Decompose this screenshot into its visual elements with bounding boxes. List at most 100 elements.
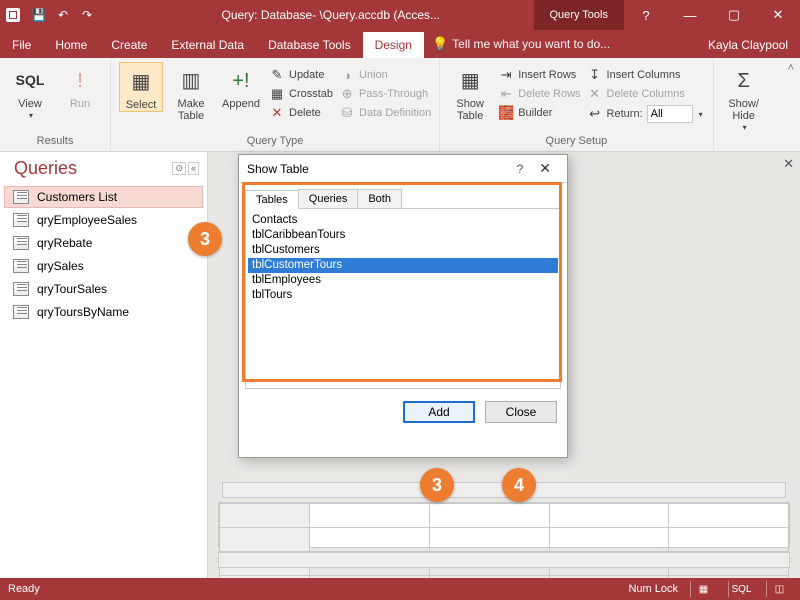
status-ready: Ready: [8, 583, 40, 595]
datadef-label: Data Definition: [359, 107, 431, 119]
make-table-button[interactable]: ▥ Make Table: [169, 62, 213, 122]
passthrough-label: Pass-Through: [359, 88, 428, 100]
tab-home[interactable]: Home: [43, 32, 99, 58]
datadef-button[interactable]: ⛁ Data Definition: [339, 104, 431, 122]
dialog-list-item[interactable]: tblTours: [248, 288, 558, 303]
nav-item-label: qrySales: [37, 259, 84, 273]
dialog-tab-both[interactable]: Both: [357, 189, 402, 208]
return-dropdown-icon[interactable]: ▾: [697, 110, 705, 119]
qat-redo-icon[interactable]: ↷: [76, 4, 98, 26]
nav-item-label: qryToursByName: [37, 305, 129, 319]
dialog-list-item[interactable]: tblCustomers: [248, 243, 558, 258]
tab-file[interactable]: File: [0, 32, 43, 58]
show-table-button[interactable]: ▦ Show Table: [448, 62, 492, 122]
crosstab-label: Crosstab: [289, 88, 333, 100]
lower-scrollbar[interactable]: [218, 552, 790, 568]
minimize-button[interactable]: —: [668, 0, 712, 30]
nav-header-label: Queries: [14, 158, 77, 179]
tab-design[interactable]: Design: [363, 32, 424, 58]
qat-undo-icon[interactable]: ↶: [52, 4, 74, 26]
show-table-label: Show Table: [456, 98, 484, 122]
delete-icon: ✕: [269, 105, 285, 121]
dialog-titlebar[interactable]: Show Table ? ✕: [239, 155, 567, 183]
crosstab-button[interactable]: ▦ Crosstab: [269, 85, 333, 103]
doc-close-icon[interactable]: ✕: [783, 156, 794, 172]
tell-me-label: Tell me what you want to do...: [452, 37, 610, 51]
select-icon: ▦: [126, 67, 156, 97]
dialog-close-button[interactable]: Close: [485, 401, 557, 423]
delete-rows-label: Delete Rows: [518, 88, 580, 100]
tab-create[interactable]: Create: [99, 32, 159, 58]
delete-rows-icon: ⇤: [498, 86, 514, 102]
tutorial-callout-3: 4: [502, 468, 536, 502]
dialog-tabs: Tables Queries Both: [245, 189, 561, 209]
datadef-icon: ⛁: [339, 105, 355, 121]
dialog-tab-queries[interactable]: Queries: [298, 189, 359, 208]
update-button[interactable]: ✎Update: [269, 66, 333, 84]
dialog-list-item[interactable]: tblEmployees: [248, 273, 558, 288]
delete-rows-button[interactable]: ⇤ Delete Rows: [498, 85, 580, 103]
nav-item[interactable]: qryToursByName: [4, 301, 203, 323]
dialog-list-item[interactable]: tblCaribbeanTours: [248, 228, 558, 243]
dialog-table-list[interactable]: ContactstblCaribbeanTourstblCustomerstbl…: [245, 209, 561, 389]
dialog-tab-tables[interactable]: Tables: [245, 190, 299, 209]
show-hide-button[interactable]: Σ Show/ Hide: [722, 62, 766, 133]
nav-item[interactable]: qryTourSales: [4, 278, 203, 300]
view-button[interactable]: SQL View: [8, 62, 52, 121]
view-sql-icon[interactable]: SQL: [728, 581, 754, 597]
append-label: Append: [222, 98, 260, 110]
return-input[interactable]: [647, 105, 693, 123]
close-button[interactable]: ✕: [756, 0, 800, 30]
delete-cols-button[interactable]: ✕Delete Columns: [587, 85, 705, 103]
dialog-add-button[interactable]: Add: [403, 401, 475, 423]
help-button[interactable]: ?: [624, 0, 668, 30]
insert-rows-button[interactable]: ⇥Insert Rows: [498, 66, 580, 84]
dialog-close-icon[interactable]: ✕: [531, 160, 559, 177]
crosstab-icon: ▦: [269, 86, 285, 102]
run-icon: !: [65, 66, 95, 96]
ribbon-collapse-icon[interactable]: ˄: [782, 58, 800, 151]
query-icon: [13, 282, 29, 296]
nav-item[interactable]: qrySales: [4, 255, 203, 277]
run-button[interactable]: ! Run: [58, 62, 102, 110]
status-bar: Ready Num Lock ▦ SQL ◫: [0, 578, 800, 600]
query-icon: [13, 305, 29, 319]
view-label: View: [18, 98, 42, 110]
passthrough-button[interactable]: ⊕ Pass-Through: [339, 85, 431, 103]
delete-button[interactable]: ✕Delete: [269, 104, 333, 122]
query-design-grid[interactable]: ☐☐☐☐: [218, 502, 790, 548]
group-results-label: Results: [8, 133, 102, 151]
append-button[interactable]: +! Append: [219, 62, 263, 110]
select-button[interactable]: ▦ Select: [119, 62, 163, 112]
nav-item[interactable]: qryRebate: [4, 232, 203, 254]
nav-item[interactable]: qryEmployeeSales: [4, 209, 203, 231]
tab-database-tools[interactable]: Database Tools: [256, 32, 363, 58]
nav-item-label: qryEmployeeSales: [37, 213, 137, 227]
maximize-button[interactable]: ▢: [712, 0, 756, 30]
nav-list: Customers List qryEmployeeSales qryRebate q…: [0, 183, 207, 326]
union-button[interactable]: ◑Union: [339, 66, 431, 84]
select-label: Select: [126, 99, 157, 111]
dialog-list-item[interactable]: tblCustomerTours: [248, 258, 558, 273]
update-icon: ✎: [269, 67, 285, 83]
group-query-setup-label: Query Setup: [448, 133, 704, 151]
group-query-setup: ▦ Show Table ⇥Insert Rows ⇤ Delete Rows 🧱…: [440, 58, 713, 151]
nav-menu-icon[interactable]: ⊙: [172, 162, 186, 175]
tell-me[interactable]: 💡 Tell me what you want to do...: [424, 30, 618, 58]
dialog-list-item[interactable]: Contacts: [248, 213, 558, 228]
nav-collapse-icon[interactable]: «: [188, 162, 199, 175]
insert-rows-icon: ⇥: [498, 67, 514, 83]
nav-header[interactable]: Queries ⊙ «: [0, 152, 207, 183]
view-datasheet-icon[interactable]: ▦: [690, 581, 716, 597]
dialog-help-icon[interactable]: ?: [509, 162, 532, 176]
view-design-icon[interactable]: ◫: [766, 581, 792, 597]
builder-button[interactable]: 🧱Builder: [498, 104, 580, 122]
union-icon: ◑: [339, 67, 355, 83]
qat-save-icon[interactable]: 💾: [28, 4, 50, 26]
tutorial-callout-1: 3: [188, 222, 222, 256]
insert-cols-button[interactable]: ↧Insert Columns: [587, 66, 705, 84]
passthrough-icon: ⊕: [339, 86, 355, 102]
nav-item[interactable]: Customers List: [4, 186, 203, 208]
tab-external-data[interactable]: External Data: [159, 32, 256, 58]
user-name[interactable]: Kayla Claypool: [696, 32, 800, 58]
